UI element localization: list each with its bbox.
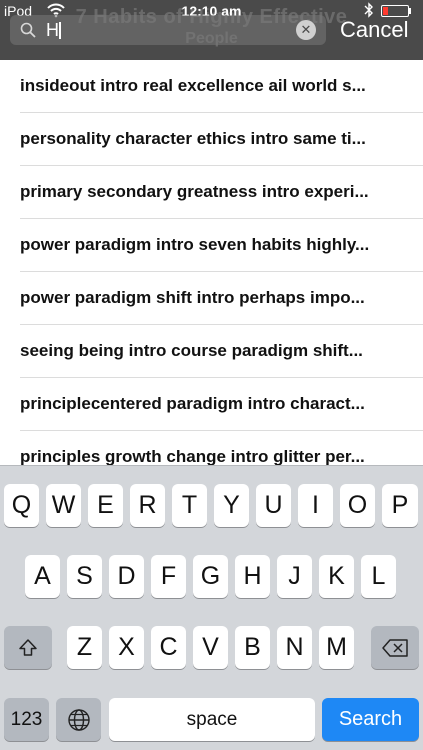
key-s[interactable]: S (67, 555, 102, 598)
shift-key[interactable] (4, 626, 52, 669)
list-item[interactable]: insideout intro real excellence ail worl… (0, 60, 423, 113)
key-e[interactable]: E (88, 484, 123, 527)
key-b[interactable]: B (235, 626, 270, 669)
search-icon (20, 22, 36, 38)
space-key[interactable]: space (109, 698, 315, 741)
keyboard: Q W E R T Y U I O P A S D F G H J K L Z … (0, 465, 423, 750)
text-caret (59, 22, 61, 39)
shift-icon (19, 639, 37, 657)
battery-tip (409, 8, 411, 14)
key-i[interactable]: I (298, 484, 333, 527)
list-item-label: principles growth change intro glitter p… (20, 447, 365, 465)
key-u[interactable]: U (256, 484, 291, 527)
key-d[interactable]: D (109, 555, 144, 598)
results-list: insideout intro real excellence ail worl… (0, 60, 423, 465)
list-item[interactable]: power paradigm shift intro perhaps impo.… (0, 272, 423, 325)
key-v[interactable]: V (193, 626, 228, 669)
search-input[interactable] (46, 18, 286, 42)
key-j[interactable]: J (277, 555, 312, 598)
key-p[interactable]: P (382, 484, 418, 527)
key-n[interactable]: N (277, 626, 312, 669)
list-item-label: power paradigm shift intro perhaps impo.… (20, 288, 365, 307)
key-a[interactable]: A (25, 555, 60, 598)
list-item[interactable]: principles growth change intro glitter p… (0, 431, 423, 465)
list-item[interactable]: personality character ethics intro same … (0, 113, 423, 166)
delete-icon (382, 639, 408, 658)
list-item-label: seeing being intro course paradigm shift… (20, 341, 363, 360)
key-f[interactable]: F (151, 555, 186, 598)
list-item-label: insideout intro real excellence ail worl… (20, 76, 366, 95)
delete-key[interactable] (371, 626, 419, 669)
list-item-label: personality character ethics intro same … (20, 129, 366, 148)
numbers-key[interactable]: 123 (4, 698, 49, 741)
key-w[interactable]: W (46, 484, 81, 527)
key-t[interactable]: T (172, 484, 207, 527)
cancel-button[interactable]: Cancel (340, 15, 420, 45)
key-z[interactable]: Z (67, 626, 102, 669)
search-header: 7 Habits of Highly Effective People iPod… (0, 0, 423, 60)
key-q[interactable]: Q (4, 484, 39, 527)
key-g[interactable]: G (193, 555, 228, 598)
list-item[interactable]: power paradigm intro seven habits highly… (0, 219, 423, 272)
clear-icon[interactable]: ✕ (296, 20, 316, 40)
list-item[interactable]: seeing being intro course paradigm shift… (0, 325, 423, 378)
list-item-label: principlecentered paradigm intro charact… (20, 394, 365, 413)
globe-icon (67, 709, 90, 732)
key-y[interactable]: Y (214, 484, 249, 527)
list-item[interactable]: principlecentered paradigm intro charact… (0, 378, 423, 431)
key-c[interactable]: C (151, 626, 186, 669)
list-item-label: power paradigm intro seven habits highly… (20, 235, 370, 254)
list-item[interactable]: primary secondary greatness intro experi… (0, 166, 423, 219)
key-h[interactable]: H (235, 555, 270, 598)
search-key[interactable]: Search (322, 698, 419, 741)
key-r[interactable]: R (130, 484, 165, 527)
key-x[interactable]: X (109, 626, 144, 669)
key-k[interactable]: K (319, 555, 354, 598)
key-o[interactable]: O (340, 484, 375, 527)
search-field[interactable]: ✕ (10, 15, 326, 45)
globe-key[interactable] (56, 698, 101, 741)
key-l[interactable]: L (361, 555, 396, 598)
key-m[interactable]: M (319, 626, 354, 669)
list-item-label: primary secondary greatness intro experi… (20, 182, 369, 201)
